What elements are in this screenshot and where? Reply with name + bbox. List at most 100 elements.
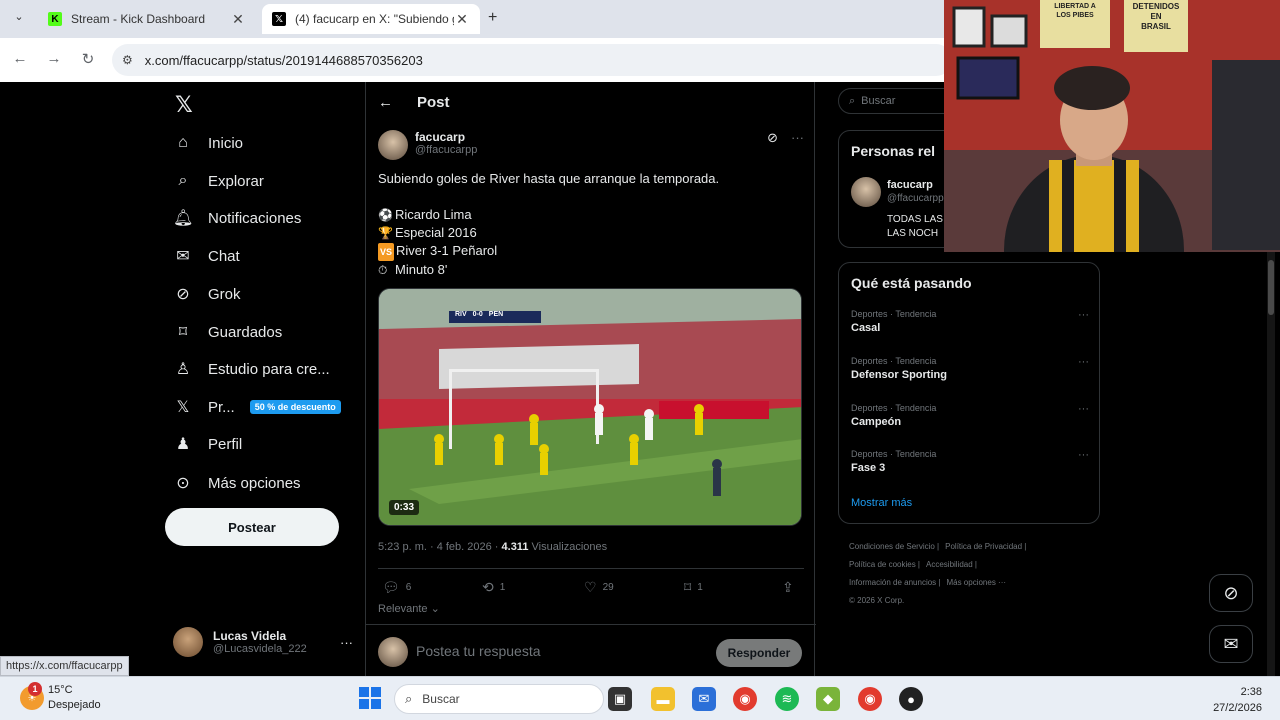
scoreboard: RIV 0-0 PEN	[449, 311, 503, 323]
nav-label: Grok	[208, 285, 241, 303]
nav-label: Estudio para cre...	[208, 360, 330, 378]
url-field[interactable]: ⚙ x.com/ffacucarpp/status/20191446885703…	[112, 44, 952, 76]
nav-item-estudio[interactable]: ♙ Estudio para cre...	[173, 354, 330, 384]
chrome-profile-icon[interactable]: ◉	[858, 687, 882, 711]
account-switcher[interactable]: Lucas Videla @Lucasvidela_222 ···	[173, 624, 353, 660]
reply-icon: 💬︎	[382, 579, 400, 595]
trend-item[interactable]: Deportes · Tendencia Defensor Sporting ·…	[851, 356, 1089, 381]
post-column: ← Post facucarp @ffacucarpp ⊘ ··· Subien…	[365, 82, 816, 676]
outlook-icon[interactable]: ✉	[692, 687, 716, 711]
scrollbar[interactable]	[1267, 252, 1275, 676]
trend-name: Defensor Sporting	[851, 369, 947, 381]
more-icon[interactable]: ···	[340, 635, 353, 650]
bookmark-button[interactable]: ⌑ 1	[684, 579, 703, 596]
like-button[interactable]: ♡ 29	[584, 579, 614, 596]
tab-x[interactable]: 𝕏 (4) facucarp en X: "Subiendo go ✕	[262, 4, 480, 34]
repost-button[interactable]: ⟲ 1	[482, 579, 505, 596]
system-clock[interactable]: 2:38 27/2/2026	[1213, 684, 1262, 716]
more-icon[interactable]: ···	[1078, 356, 1089, 368]
video-player[interactable]: RIV 0-0 PEN 0:33	[378, 288, 802, 526]
trend-item[interactable]: Deportes · Tendencia Casal ···	[851, 309, 1089, 334]
footer-link[interactable]: Accesibilidad |	[926, 560, 977, 569]
grok-icon: ⊘	[176, 286, 190, 303]
post-line: VS River 3-1 Peñarol	[378, 242, 804, 261]
more-icon[interactable]: ···	[791, 130, 804, 145]
avatar[interactable]	[378, 130, 408, 160]
nav-item-chat[interactable]: ✉ Chat	[173, 241, 239, 271]
more-icon[interactable]: ···	[1078, 403, 1089, 415]
nav-item-inicio[interactable]: ⌂ Inicio	[173, 128, 243, 158]
post-line: ⏱ Minuto 8'	[378, 261, 804, 279]
reply-button[interactable]: 💬︎ 6	[382, 579, 411, 596]
score-value: 0-0	[472, 311, 483, 318]
weather-widget[interactable]: ☀ 1 15°C Despejado	[20, 682, 101, 713]
nav-item-premium[interactable]: 𝕏 Pr... 50 % de descuento	[173, 392, 341, 422]
profile-handle: @Lucasvidela_222	[213, 643, 307, 655]
footer-link[interactable]: Más opciones ···	[946, 578, 1006, 587]
back-icon[interactable]: ←	[10, 50, 30, 67]
forward-icon[interactable]: →	[44, 50, 64, 67]
trend-item[interactable]: Deportes · Tendencia Campeón ···	[851, 403, 1089, 428]
more-icon[interactable]: ···	[1078, 309, 1089, 321]
footer-link[interactable]: Política de cookies |	[849, 560, 920, 569]
nav-item-guardados[interactable]: ⌑ Guardados	[173, 317, 282, 347]
post-time[interactable]: 5:23 p. m. · 4 feb. 2026 ·	[378, 541, 502, 553]
mail-icon: ✉	[1223, 633, 1239, 654]
nav-item-explorar[interactable]: ⌕ Explorar	[173, 166, 264, 196]
post-line-text: Ricardo Lima	[395, 207, 472, 222]
footer-link[interactable]: Política de Privacidad |	[945, 542, 1026, 551]
grok-icon[interactable]: ⊘	[767, 130, 778, 146]
chrome-icon[interactable]: ◉	[733, 687, 757, 711]
start-button[interactable]	[359, 687, 381, 709]
footer-link[interactable]: Condiciones de Servicio |	[849, 542, 939, 551]
x-premium-icon: 𝕏	[176, 399, 190, 416]
trend-item[interactable]: Deportes · Tendencia Fase 3 ···	[851, 449, 1089, 474]
share-button[interactable]: ⇪	[782, 579, 800, 596]
reply-input[interactable]: Postea tu respuesta	[416, 643, 541, 659]
repost-icon: ⟲	[482, 579, 494, 595]
creator-icon: ♙	[175, 361, 191, 378]
obs-icon[interactable]: ●	[899, 687, 923, 711]
nav-item-perfil[interactable]: ♟ Perfil	[173, 429, 242, 459]
x-logo-icon[interactable]: 𝕏	[175, 92, 193, 118]
nav-item-mas-opciones[interactable]: ⊙ Más opciones	[173, 468, 301, 498]
nav-item-grok[interactable]: ⊘ Grok	[173, 279, 241, 309]
weather-icon: ☀ 1	[20, 682, 44, 710]
trends-panel: Qué está pasando Deportes · Tendencia Ca…	[838, 262, 1100, 524]
nav-label: Más opciones	[208, 474, 301, 492]
more-icon[interactable]: ···	[1078, 449, 1089, 461]
post-button[interactable]: Postear	[165, 508, 339, 546]
grok-float-button[interactable]: ⊘	[1209, 574, 1253, 612]
messages-float-button[interactable]: ✉	[1209, 625, 1253, 663]
spotify-icon[interactable]: ≋	[775, 687, 799, 711]
footer-link[interactable]: Información de anuncios |	[849, 578, 940, 587]
nav-label: Notificaciones	[208, 209, 302, 227]
trend-name: Fase 3	[851, 462, 886, 474]
close-tab-icon[interactable]: ✕	[454, 11, 470, 28]
avatar	[173, 627, 203, 657]
scrollbar-thumb[interactable]	[1268, 260, 1274, 315]
taskbar-search[interactable]: ⌕ Buscar	[394, 684, 604, 714]
back-arrow-icon[interactable]: ←	[378, 94, 393, 111]
task-view-icon[interactable]: ▣	[608, 687, 632, 711]
tab-kick[interactable]: K Stream - Kick Dashboard ✕	[38, 4, 256, 34]
new-tab-icon[interactable]: +	[488, 9, 497, 27]
nav-item-notificaciones[interactable]: 🔔︎ Notificaciones	[173, 203, 301, 233]
views-label: Visualizaciones	[528, 541, 608, 553]
tab-search-icon[interactable]: ⌄	[10, 10, 28, 28]
more-circle-icon: ⊙	[176, 475, 190, 492]
post-line: 🏆 Especial 2016	[378, 224, 804, 242]
score-away: PEN	[488, 311, 504, 318]
reply-submit-button[interactable]: Responder	[716, 639, 802, 667]
author-handle[interactable]: @ffacucarpp	[415, 144, 477, 156]
file-explorer-icon[interactable]: ▬	[651, 687, 675, 711]
author-name[interactable]: facucarp	[415, 130, 477, 144]
show-more-link[interactable]: Mostrar más	[851, 497, 912, 509]
close-tab-icon[interactable]: ✕	[230, 11, 246, 28]
site-info-icon[interactable]: ⚙	[122, 53, 133, 67]
chevron-down-icon: ⌄	[430, 603, 440, 615]
bluestacks-icon[interactable]: ◆	[816, 687, 840, 711]
sort-replies-dropdown[interactable]: Relevante ⌄	[378, 602, 440, 615]
reload-icon[interactable]: ↻	[78, 50, 98, 68]
